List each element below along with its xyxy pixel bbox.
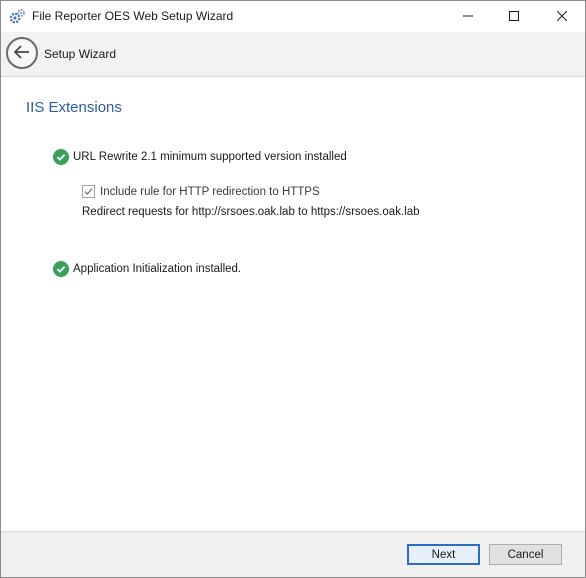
page-title: IIS Extensions (26, 99, 122, 116)
minimize-button[interactable] (445, 1, 491, 32)
header-title: Setup Wizard (44, 47, 117, 61)
check-circle-icon (53, 261, 69, 277)
cancel-button[interactable]: Cancel (489, 544, 562, 565)
redirect-description: Redirect requests for http://srsoes.oak.… (82, 206, 420, 218)
window-title: File Reporter OES Web Setup Wizard (32, 9, 234, 23)
wizard-header: Setup Wizard (1, 32, 585, 77)
https-redirect-label[interactable]: Include rule for HTTP redirection to HTT… (100, 186, 320, 198)
maximize-icon (509, 10, 519, 24)
close-button[interactable] (539, 1, 585, 32)
status-item-label: URL Rewrite 2.1 minimum supported versio… (73, 151, 347, 163)
next-button[interactable]: Next (407, 544, 480, 565)
close-icon (556, 10, 568, 24)
maximize-button[interactable] (491, 1, 537, 32)
back-arrow-icon (13, 44, 31, 62)
check-circle-icon (53, 149, 69, 165)
status-item-url-rewrite: URL Rewrite 2.1 minimum supported versio… (53, 149, 347, 165)
setup-wizard-window: File Reporter OES Web Setup Wizard Setup… (0, 0, 586, 578)
status-item-label: Application Initialization installed. (73, 263, 242, 275)
https-redirect-checkbox[interactable] (82, 185, 95, 198)
checkmark-icon (84, 188, 93, 195)
gears-icon (9, 8, 26, 25)
title-bar: File Reporter OES Web Setup Wizard (1, 1, 585, 32)
back-button[interactable] (6, 37, 38, 69)
status-item-app-init: Application Initialization installed. (53, 261, 241, 277)
wizard-content: IIS Extensions URL Rewrite 2.1 minimum s… (1, 77, 585, 531)
https-redirect-option[interactable]: Include rule for HTTP redirection to HTT… (82, 185, 320, 198)
minimize-icon (463, 10, 473, 24)
wizard-footer: Next Cancel (1, 531, 585, 577)
